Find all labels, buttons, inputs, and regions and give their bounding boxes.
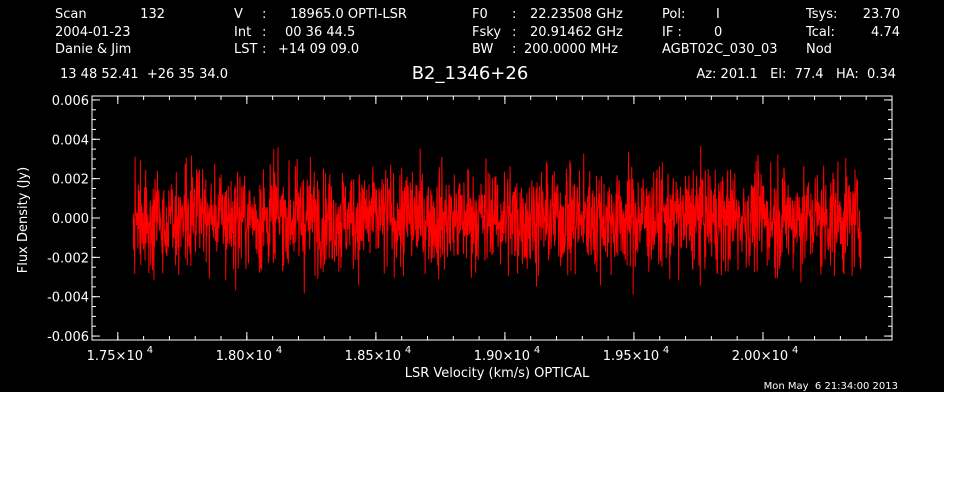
y-tick-label: -0.004 [47,291,89,306]
tsys-value: 23.70 [863,7,900,22]
x-tick-exponent: 4 [534,345,540,356]
fsky-label: Fsky [472,25,501,40]
y-tick-label: 0.000 [52,212,89,227]
svg-text::: : [512,42,516,57]
svg-text::: : [262,42,266,57]
velocity-value: 18965.0 OPTI-LSR [290,7,407,22]
spectrum-chart: Scan 132 2004-01-23 Danie & Jim V Int LS… [16,7,900,392]
y-tick-label: 0.004 [52,133,89,148]
spectrum-trace [132,146,862,295]
x-tick-label: 2.00×10 [732,349,788,364]
if-value: 0 [714,25,722,40]
lst-label: LST [234,42,257,57]
x-tick-label: 1.75×10 [87,349,143,364]
pol-label: Pol: [662,7,685,22]
date-value: 2004-01-23 [55,25,131,40]
x-tick-exponent: 4 [792,345,798,356]
bw-label: BW [472,42,493,57]
x-tick-label: 1.95×10 [603,349,659,364]
pol-value: I [716,7,720,22]
timestamp: Mon May 6 21:34:00 2013 [764,381,898,392]
x-tick-exponent: 4 [663,345,669,356]
svg-text::: : [512,7,516,22]
tsys-label: Tsys: [805,7,837,22]
tcal-label: Tcal: [805,25,835,40]
y-tick-label: -0.002 [47,251,89,266]
y-tick-label: 0.002 [52,173,89,188]
lst-value: +14 09 09.0 [278,42,359,57]
fsky-value: 20.91462 GHz [530,25,623,40]
velocity-label: V [234,7,243,22]
svg-text::: : [262,7,266,22]
svg-text::: : [512,25,516,40]
x-tick-exponent: 4 [276,345,282,356]
coordinates: 13 48 52.41 +26 35 34.0 [60,67,228,82]
x-axis-label: LSR Velocity (km/s) OPTICAL [405,366,590,381]
tcal-value: 4.74 [871,25,900,40]
int-value: 00 36 44.5 [285,25,355,40]
x-tick-label: 1.85×10 [345,349,401,364]
svg-text::: : [262,25,266,40]
y-tick-label: 0.006 [52,94,89,109]
y-tick-label: -0.006 [47,330,89,345]
scan-value: 132 [140,7,165,22]
x-tick-label: 1.90×10 [474,349,530,364]
int-label: Int [234,25,251,40]
source-name: B2_1346+26 [412,63,529,84]
plot-panel: Scan 132 2004-01-23 Danie & Jim V Int LS… [0,0,944,392]
mode-label: Nod [806,42,832,57]
header-info: Scan 132 2004-01-23 Danie & Jim V Int LS… [55,7,900,84]
if-label: IF : [662,25,682,40]
az-el-ha: Az: 201.1 El: 77.4 HA: 0.34 [696,67,896,82]
f0-value: 22.23508 GHz [530,7,623,22]
bw-value: 200.0000 MHz [524,42,618,57]
scan-label: Scan [55,7,87,22]
f0-label: F0 [472,7,488,22]
spectrum-line [132,146,862,295]
x-tick-label: 1.80×10 [216,349,272,364]
project-id: AGBT02C_030_03 [662,42,778,57]
y-axis-label: Flux Density (Jy) [16,167,31,273]
observers: Danie & Jim [55,42,131,57]
x-tick-exponent: 4 [147,345,153,356]
x-tick-exponent: 4 [405,345,411,356]
